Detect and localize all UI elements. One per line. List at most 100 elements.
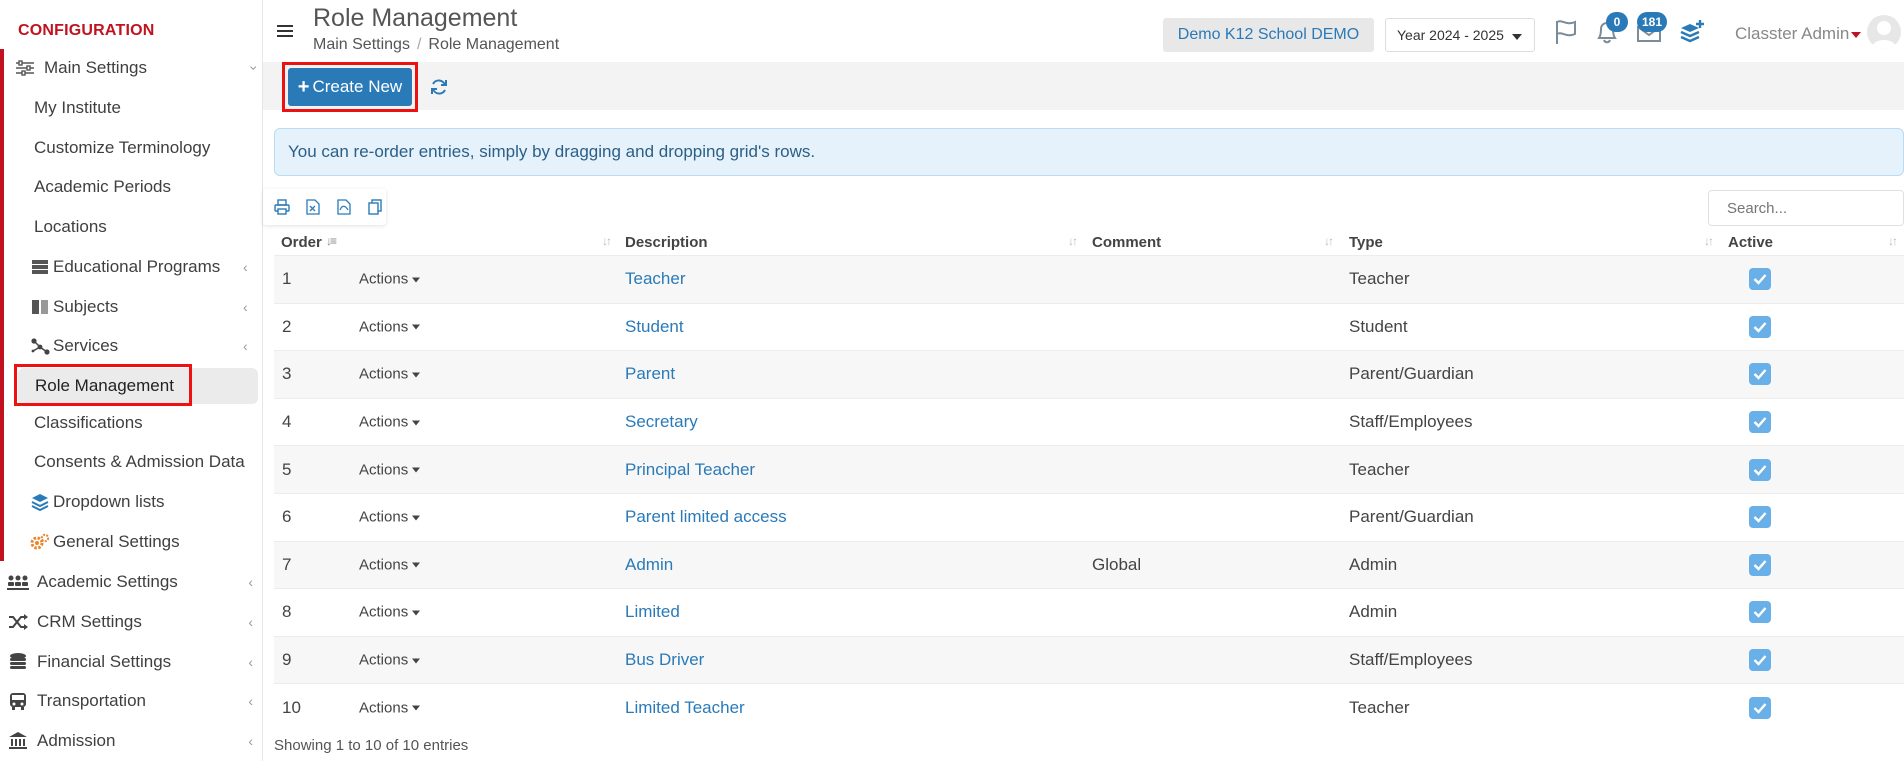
sidebar-item-label: Consents & Admission Data — [34, 452, 245, 471]
actions-dropdown[interactable]: Actions — [359, 556, 421, 574]
active-checkbox[interactable] — [1749, 506, 1771, 529]
column-header-active[interactable]: Active — [1728, 234, 1773, 251]
sort-icon[interactable]: ↓↑ — [1888, 234, 1898, 248]
description-link[interactable]: Limited — [625, 602, 680, 622]
active-checkbox[interactable] — [1749, 411, 1771, 434]
caret-down-icon — [412, 467, 421, 473]
sidebar-item-academic-periods[interactable]: Academic Periods — [34, 169, 171, 205]
sidebar-item-label: Classifications — [34, 413, 143, 432]
column-header-order[interactable]: Order — [281, 234, 322, 251]
table-row[interactable]: 8 Actions Limited Admin — [274, 588, 1904, 636]
actions-dropdown[interactable]: Actions — [359, 270, 421, 288]
caret-down-icon — [412, 372, 421, 378]
breadcrumb-item[interactable]: Main Settings — [313, 36, 410, 53]
description-link[interactable]: Parent limited access — [625, 507, 787, 527]
refresh-icon[interactable] — [429, 77, 449, 97]
column-header-description[interactable]: Description — [625, 234, 708, 251]
sidebar-item-my-institute[interactable]: My Institute — [34, 90, 121, 126]
table-row[interactable]: 1 Actions Teacher Teacher — [274, 255, 1904, 303]
sort-icon[interactable]: ↓↑ — [1324, 234, 1334, 248]
actions-label: Actions — [359, 556, 409, 574]
description-link[interactable]: Principal Teacher — [625, 460, 755, 480]
sort-icon[interactable]: ↓↑ — [1704, 234, 1714, 248]
actions-dropdown[interactable]: Actions — [359, 366, 421, 383]
actions-dropdown[interactable]: Actions — [359, 699, 421, 716]
user-name[interactable]: Classter Admin — [1735, 24, 1849, 44]
search-input[interactable] — [1708, 190, 1904, 226]
description-link[interactable]: Secretary — [625, 412, 698, 432]
table-row[interactable]: 9 Actions Bus Driver Staff/Employees — [274, 635, 1904, 684]
actions-dropdown[interactable]: Actions — [359, 414, 421, 431]
sidebar-item-crm-settings[interactable]: CRM Settings ‹ — [0, 603, 263, 641]
configuration-title: CONFIGURATION — [18, 22, 155, 39]
sidebar-item-locations[interactable]: Locations — [34, 209, 107, 245]
layers-plus-icon[interactable] — [1678, 18, 1706, 46]
actions-dropdown[interactable]: Actions — [359, 652, 421, 669]
active-checkbox[interactable] — [1749, 696, 1771, 719]
sidebar-item-main-settings[interactable]: Main Settings › — [4, 49, 267, 87]
print-icon[interactable] — [273, 198, 291, 216]
sort-icon[interactable]: ↓↑ — [602, 234, 612, 248]
flag-icon[interactable] — [1552, 18, 1580, 46]
order-cell: 6 — [282, 507, 292, 527]
description-link[interactable]: Admin — [625, 555, 673, 575]
column-header-type[interactable]: Type — [1349, 234, 1383, 251]
sidebar-item-label: General Settings — [53, 532, 180, 551]
actions-dropdown[interactable]: Actions — [359, 509, 421, 526]
table-row[interactable]: 10 Actions Limited Teacher Teacher — [274, 683, 1904, 731]
description-link[interactable]: Bus Driver — [625, 650, 704, 670]
column-header-comment[interactable]: Comment — [1092, 234, 1161, 251]
sidebar-item-academic-settings[interactable]: Academic Settings ‹ — [0, 563, 263, 601]
sidebar-item-classifications[interactable]: Classifications — [34, 405, 143, 441]
table-row[interactable]: 2 Actions Student Student — [274, 302, 1904, 351]
table-row[interactable]: 4 Actions Secretary Staff/Employees — [274, 397, 1904, 446]
sidebar-item-educational-programs[interactable]: Educational Programs ‹ — [30, 249, 248, 285]
active-checkbox[interactable] — [1749, 601, 1771, 624]
active-checkbox[interactable] — [1749, 458, 1771, 481]
copy-icon[interactable] — [366, 198, 384, 216]
actions-label: Actions — [359, 461, 409, 479]
actions-dropdown[interactable]: Actions — [359, 461, 421, 479]
active-checkbox[interactable] — [1749, 315, 1771, 338]
sidebar-item-financial-settings[interactable]: Financial Settings ‹ — [0, 643, 263, 681]
sidebar-item-admission[interactable]: Admission ‹ — [0, 722, 263, 760]
active-checkbox[interactable] — [1749, 363, 1771, 386]
table-row[interactable]: 6 Actions Parent limited access Parent/Guar… — [274, 493, 1904, 541]
sort-icon[interactable]: ↓↑ — [1068, 234, 1078, 248]
create-new-button[interactable]: + Create New — [288, 68, 412, 106]
actions-dropdown[interactable]: Actions — [359, 604, 421, 621]
caret-down-icon — [412, 658, 421, 664]
active-checkbox[interactable] — [1749, 649, 1771, 672]
sidebar-item-dropdown-lists[interactable]: Dropdown lists — [30, 484, 165, 520]
sidebar-item-customize-terminology[interactable]: Customize Terminology — [34, 130, 210, 166]
order-cell: 4 — [282, 412, 292, 432]
sort-asc-icon[interactable]: ↓≡ — [326, 234, 337, 248]
description-link[interactable]: Student — [625, 317, 684, 337]
sidebar-item-transportation[interactable]: Transportation ‹ — [0, 682, 263, 720]
table-row[interactable]: 3 Actions Parent Parent/Guardian — [274, 350, 1904, 398]
chevron-left-icon: ‹ — [243, 338, 248, 354]
caret-down-icon[interactable] — [1851, 32, 1861, 38]
sidebar-item-subjects[interactable]: Subjects ‹ — [30, 289, 248, 325]
description-link[interactable]: Parent — [625, 364, 675, 384]
description-link[interactable]: Limited Teacher — [625, 698, 745, 718]
pdf-icon[interactable] — [335, 198, 353, 216]
excel-icon[interactable] — [304, 198, 322, 216]
menu-toggle-icon[interactable] — [277, 25, 293, 37]
avatar[interactable] — [1867, 15, 1901, 49]
actions-label: Actions — [359, 270, 409, 288]
table-row[interactable]: 5 Actions Principal Teacher Teacher — [274, 445, 1904, 493]
actions-dropdown[interactable]: Actions — [359, 318, 421, 335]
table-row[interactable]: 7 Actions Admin Global Admin — [274, 540, 1904, 589]
description-link[interactable]: Teacher — [625, 269, 685, 289]
active-checkbox[interactable] — [1749, 553, 1771, 576]
school-selector[interactable]: Demo K12 School DEMO — [1163, 18, 1374, 52]
sidebar-item-consents[interactable]: Consents & Admission Data — [34, 444, 245, 480]
sidebar-item-general-settings[interactable]: General Settings — [30, 524, 180, 560]
active-checkbox[interactable] — [1749, 268, 1771, 291]
sidebar-item-services[interactable]: Services ‹ — [30, 328, 248, 364]
type-cell: Admin — [1349, 602, 1398, 622]
order-cell: 3 — [282, 364, 292, 384]
sidebar-item-label: Customize Terminology — [34, 138, 211, 157]
year-select[interactable]: Year 2024 - 2025 — [1385, 18, 1535, 52]
